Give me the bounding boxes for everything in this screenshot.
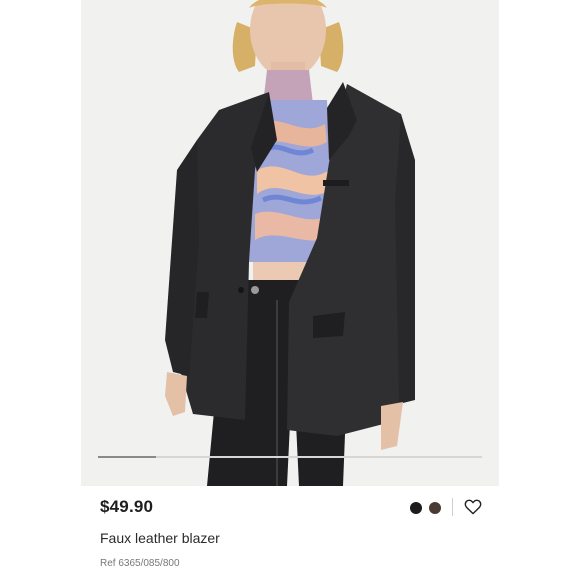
image-carousel-progress[interactable] bbox=[98, 456, 482, 458]
color-swatch-black[interactable] bbox=[410, 502, 422, 514]
product-image[interactable] bbox=[81, 0, 499, 486]
divider bbox=[452, 498, 453, 516]
product-price: $49.90 bbox=[100, 497, 154, 516]
heart-outline-icon[interactable] bbox=[464, 499, 482, 515]
product-reference: Ref 6365/085/800 bbox=[100, 558, 180, 569]
color-swatch-brown[interactable] bbox=[429, 502, 441, 514]
product-photo bbox=[81, 0, 499, 486]
image-carousel-progress-fill bbox=[98, 456, 156, 458]
product-title[interactable]: Faux leather blazer bbox=[100, 530, 220, 546]
